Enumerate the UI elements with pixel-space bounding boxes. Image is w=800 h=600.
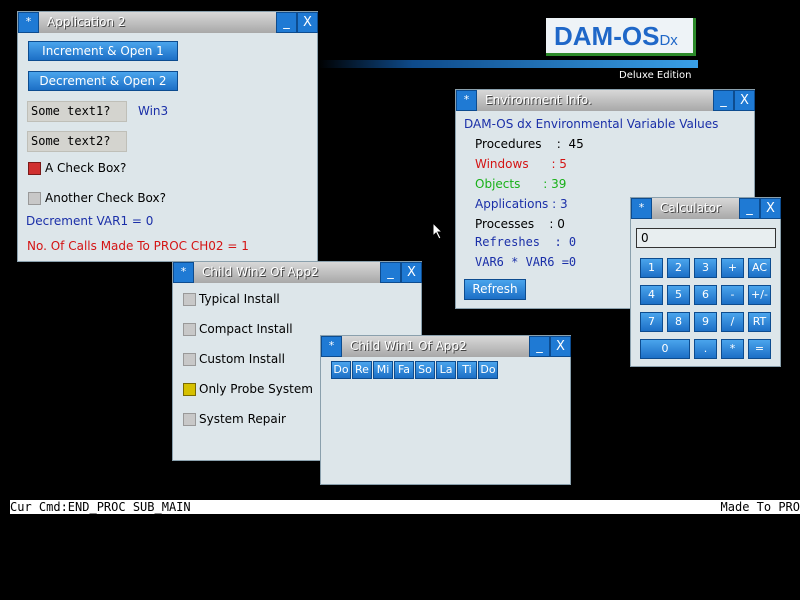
- window-title[interactable]: Application 2: [39, 12, 276, 33]
- window-title[interactable]: Child Win1 Of App2: [342, 336, 529, 357]
- checkbox-2-label: Another Check Box?: [45, 191, 167, 205]
- child-win1-window: * Child Win1 Of App2 _ X Do Re Mi Fa So …: [320, 335, 571, 485]
- minimize-button[interactable]: _: [739, 198, 760, 219]
- key-2[interactable]: 2: [667, 258, 690, 278]
- key-4[interactable]: 4: [640, 285, 663, 305]
- key-9[interactable]: 9: [694, 312, 717, 332]
- window-menu-button[interactable]: *: [321, 336, 342, 357]
- minimize-button[interactable]: _: [276, 12, 297, 33]
- key-divide[interactable]: /: [721, 312, 744, 332]
- note-so-button[interactable]: So: [415, 361, 435, 379]
- procedures-value: Procedures : 45: [475, 137, 584, 151]
- win3-label: Win3: [138, 104, 169, 118]
- application-2-window: * Application 2 _ X Increment & Open 1 D…: [17, 11, 318, 262]
- titlebar[interactable]: * Child Win2 Of App2 _ X: [173, 262, 422, 283]
- window-menu-button[interactable]: *: [173, 262, 194, 283]
- close-button[interactable]: X: [760, 198, 781, 219]
- key-7[interactable]: 7: [640, 312, 663, 332]
- key-6[interactable]: 6: [694, 285, 717, 305]
- compact-install-checkbox[interactable]: [183, 323, 196, 336]
- logo-tagline: Deluxe Edition: [619, 70, 692, 81]
- text2-field[interactable]: Some text2?: [27, 131, 127, 152]
- window-title[interactable]: Child Win2 Of App2: [194, 262, 380, 283]
- only-probe-system-label: Only Probe System: [199, 382, 313, 396]
- custom-install-checkbox[interactable]: [183, 353, 196, 366]
- logo-underline: [318, 60, 698, 68]
- key-multiply[interactable]: *: [721, 339, 744, 359]
- titlebar[interactable]: * Application 2 _ X: [18, 12, 318, 33]
- refresh-button[interactable]: Refresh: [464, 279, 526, 300]
- refreshes-value: Refreshes : 0: [475, 235, 577, 249]
- key-dot[interactable]: .: [694, 339, 717, 359]
- custom-install-label: Custom Install: [199, 352, 285, 366]
- calls-label: No. Of Calls Made To PROC CH02 = 1: [27, 239, 249, 253]
- objects-value: Objects : 39: [475, 177, 567, 191]
- mouse-cursor-icon: [432, 221, 444, 243]
- key-0[interactable]: 0: [640, 339, 690, 359]
- window-title[interactable]: Environment Info.: [477, 90, 713, 111]
- var1-label: Decrement VAR1 = 0: [26, 214, 154, 228]
- status-current-command: Cur Cmd:END_PROC SUB_MAIN: [10, 500, 191, 514]
- status-bar: Cur Cmd:END_PROC SUB_MAIN Made To PRO: [10, 500, 800, 514]
- checkbox-2[interactable]: [28, 192, 41, 205]
- env-header: DAM-OS dx Environmental Variable Values: [464, 117, 719, 131]
- calculator-display: 0: [636, 228, 776, 248]
- key-8[interactable]: 8: [667, 312, 690, 332]
- minimize-button[interactable]: _: [713, 90, 734, 111]
- only-probe-system-checkbox[interactable]: [183, 383, 196, 396]
- typical-install-checkbox[interactable]: [183, 293, 196, 306]
- decrement-open-button[interactable]: Decrement & Open 2: [28, 71, 178, 91]
- calculator-window: * Calculator _ X 0 1 2 3 + AC 4 5 6 - +/…: [630, 197, 781, 367]
- window-menu-button[interactable]: *: [631, 198, 652, 219]
- processes-value: Processes : 0: [475, 217, 565, 231]
- system-repair-checkbox[interactable]: [183, 413, 196, 426]
- titlebar[interactable]: * Calculator _ X: [631, 198, 781, 219]
- checkbox-1[interactable]: [28, 162, 41, 175]
- key-5[interactable]: 5: [667, 285, 690, 305]
- typical-install-label: Typical Install: [199, 292, 280, 306]
- note-re-button[interactable]: Re: [352, 361, 372, 379]
- windows-value: Windows : 5: [475, 157, 567, 171]
- note-fa-button[interactable]: Fa: [394, 361, 414, 379]
- system-repair-label: System Repair: [199, 412, 286, 426]
- minimize-button[interactable]: _: [380, 262, 401, 283]
- note-mi-button[interactable]: Mi: [373, 361, 393, 379]
- key-plus-minus[interactable]: +/-: [748, 285, 771, 305]
- key-1[interactable]: 1: [640, 258, 663, 278]
- status-right-text: Made To PRO: [720, 500, 800, 514]
- text1-field[interactable]: Some text1?: [27, 101, 127, 122]
- key-rt[interactable]: RT: [748, 312, 771, 332]
- note-do-button[interactable]: Do: [331, 361, 351, 379]
- window-title[interactable]: Calculator: [652, 198, 739, 219]
- logo-sub-text: Dx: [659, 32, 678, 49]
- compact-install-label: Compact Install: [199, 322, 293, 336]
- minimize-button[interactable]: _: [529, 336, 550, 357]
- key-plus[interactable]: +: [721, 258, 744, 278]
- close-button[interactable]: X: [734, 90, 755, 111]
- increment-open-button[interactable]: Increment & Open 1: [28, 41, 178, 61]
- applications-value: Applications : 3: [475, 197, 568, 211]
- key-ac[interactable]: AC: [748, 258, 771, 278]
- key-minus[interactable]: -: [721, 285, 744, 305]
- note-la-button[interactable]: La: [436, 361, 456, 379]
- logo-main-text: DAM-OS: [554, 21, 660, 51]
- var6-value: VAR6 * VAR6 =0: [475, 255, 577, 269]
- titlebar[interactable]: * Child Win1 Of App2 _ X: [321, 336, 571, 357]
- dam-os-logo: DAM-OSDx: [546, 18, 696, 56]
- close-button[interactable]: X: [297, 12, 318, 33]
- note-ti-button[interactable]: Ti: [457, 361, 477, 379]
- close-button[interactable]: X: [401, 262, 422, 283]
- key-3[interactable]: 3: [694, 258, 717, 278]
- close-button[interactable]: X: [550, 336, 571, 357]
- note-do-high-button[interactable]: Do: [478, 361, 498, 379]
- titlebar[interactable]: * Environment Info. _ X: [456, 90, 755, 111]
- key-equals[interactable]: =: [748, 339, 771, 359]
- checkbox-1-label: A Check Box?: [45, 161, 127, 175]
- window-menu-button[interactable]: *: [18, 12, 39, 33]
- window-menu-button[interactable]: *: [456, 90, 477, 111]
